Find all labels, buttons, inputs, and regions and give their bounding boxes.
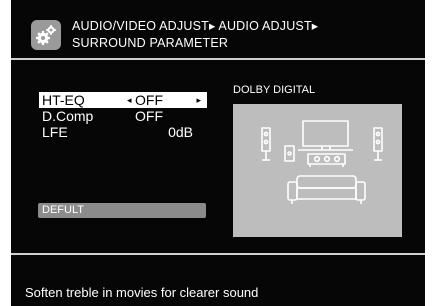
sofa-icon <box>287 175 366 204</box>
speaker-icon <box>261 127 271 161</box>
footer: Soften treble in movies for clearer soun… <box>11 253 425 306</box>
arrow-left-icon[interactable]: ◂ <box>127 92 132 108</box>
content-area: HT-EQ ◂ OFF ▸ D.Comp OFF LFE 0dB DEFULT … <box>11 60 425 253</box>
tv-icon <box>298 120 353 151</box>
speaker-icon <box>284 145 295 162</box>
subwoofer-icon <box>307 153 346 167</box>
setting-label: LFE <box>42 124 68 140</box>
setting-value: 0dB <box>168 124 193 140</box>
settings-list: HT-EQ ◂ OFF ▸ D.Comp OFF LFE 0dB <box>39 92 207 140</box>
header: AUDIO/VIDEO ADJUST▸ AUDIO ADJUST▸ SURROU… <box>11 0 425 60</box>
default-button[interactable]: DEFULT <box>38 203 206 218</box>
breadcrumb: AUDIO/VIDEO ADJUST▸ AUDIO ADJUST▸ SURROU… <box>72 18 318 52</box>
help-text: Soften treble in movies for clearer soun… <box>25 285 259 300</box>
speaker-layout-preview <box>233 104 402 237</box>
breadcrumb-line-1: AUDIO/VIDEO ADJUST▸ AUDIO ADJUST▸ <box>72 19 319 33</box>
arrow-right-icon[interactable]: ▸ <box>196 92 201 108</box>
setting-row-ht-eq[interactable]: HT-EQ ◂ OFF ▸ <box>39 92 207 108</box>
setting-label: D.Comp <box>42 108 94 124</box>
settings-gear-icon <box>31 20 61 50</box>
setting-row-lfe[interactable]: LFE 0dB <box>39 124 207 140</box>
setting-value: OFF <box>135 92 163 108</box>
format-label: DOLBY DIGITAL <box>233 84 316 96</box>
osd-screen: AUDIO/VIDEO ADJUST▸ AUDIO ADJUST▸ SURROU… <box>11 0 425 306</box>
setting-value: OFF <box>135 108 163 124</box>
page-title: SURROUND PARAMETER <box>72 36 229 50</box>
setting-row-d-comp[interactable]: D.Comp OFF <box>39 108 207 124</box>
speaker-icon <box>373 127 383 161</box>
setting-label: HT-EQ <box>42 92 85 108</box>
